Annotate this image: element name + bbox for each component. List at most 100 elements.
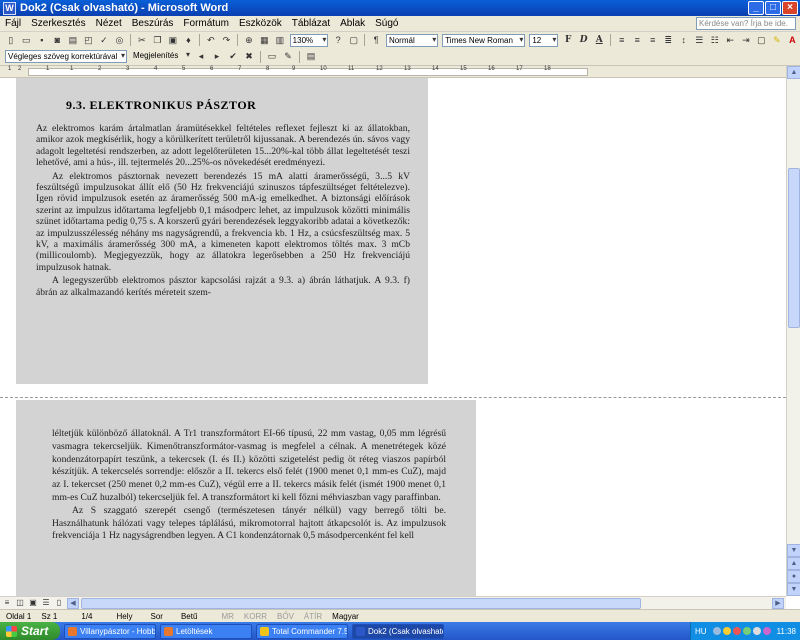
next-page-icon[interactable]: ▼ <box>787 583 800 596</box>
research-icon[interactable]: ◎ <box>113 34 127 47</box>
document-area[interactable]: 9.3. ELEKTRONIKUS PÁSZTOR Az elektromos … <box>0 78 786 596</box>
permission-icon[interactable]: ◙ <box>51 34 65 47</box>
line-spacing-icon[interactable]: ↕ <box>677 34 691 47</box>
browse-object-icon[interactable]: ● <box>787 570 800 583</box>
insert-table-icon[interactable]: ▥ <box>273 34 287 47</box>
messenger-icon[interactable] <box>762 627 771 635</box>
styles-pane-icon[interactable]: ¶ <box>369 34 383 47</box>
word-app-icon[interactable]: W <box>3 1 16 15</box>
menu-format[interactable]: Formátum <box>178 18 234 29</box>
cut-icon[interactable]: ✂ <box>135 34 149 47</box>
vertical-scrollbar[interactable]: ▲ ▼ ▲ ● ▼ <box>786 66 800 596</box>
bold-button[interactable]: F <box>561 34 575 47</box>
status-extend[interactable]: BŐV <box>277 612 294 621</box>
taskbar-item-total-commander[interactable]: Total Commander 7.5... <box>256 623 348 639</box>
update-icon[interactable] <box>742 627 751 635</box>
reading-view-icon[interactable]: ▯ <box>53 598 65 609</box>
new-document-icon[interactable]: ▯ <box>4 34 18 47</box>
copy-icon[interactable]: ❐ <box>151 34 165 47</box>
previous-change-icon[interactable]: ◂ <box>194 50 208 63</box>
spellcheck-icon[interactable]: ✓ <box>97 34 111 47</box>
save-icon[interactable]: ▪ <box>35 34 49 47</box>
paste-icon[interactable]: ▣ <box>166 34 180 47</box>
taskbar-item-browser[interactable]: Villanypásztor - Hobbi... <box>64 623 156 639</box>
print-view-icon[interactable]: ▣ <box>27 598 39 609</box>
reviewing-pane-icon[interactable]: ▤ <box>304 50 318 63</box>
print-preview-icon[interactable]: ◰ <box>82 34 96 47</box>
reject-change-icon[interactable]: ✖ <box>242 50 256 63</box>
minimize-button[interactable]: _ <box>748 1 764 15</box>
scroll-down-icon[interactable]: ▼ <box>787 544 800 557</box>
horizontal-scroll-thumb[interactable] <box>81 597 641 609</box>
show-markup-menu[interactable]: Megjelenítés <box>131 50 191 63</box>
toolbar-separator <box>260 50 261 63</box>
open-folder-icon[interactable]: ▭ <box>20 34 34 47</box>
increase-indent-icon[interactable]: ⇥ <box>739 34 753 47</box>
align-right-icon[interactable]: ≡ <box>646 34 660 47</box>
accept-change-icon[interactable]: ✔ <box>226 50 240 63</box>
numbering-icon[interactable]: ☰ <box>693 34 707 47</box>
antivirus-icon[interactable] <box>732 627 741 635</box>
help-search-input[interactable]: Kérdése van? Írja be ide. <box>696 17 796 30</box>
menu-file[interactable]: Fájl <box>0 18 26 29</box>
taskbar-item-downloads[interactable]: Letöltések <box>160 623 252 639</box>
network-icon[interactable] <box>712 627 721 635</box>
horizontal-scroll-track[interactable] <box>81 597 768 609</box>
underline-button[interactable]: A <box>592 34 606 47</box>
font-color-icon[interactable]: A <box>786 34 800 47</box>
outline-view-icon[interactable]: ☰ <box>40 598 52 609</box>
normal-view-icon[interactable]: ≡ <box>1 598 13 609</box>
horizontal-ruler[interactable]: 1 2 1 1 2 3 4 5 6 7 8 9 10 11 12 13 14 1… <box>0 66 786 78</box>
close-button[interactable]: × <box>782 1 798 15</box>
italic-button[interactable]: D <box>577 34 591 47</box>
taskbar-item-word[interactable]: Dok2 (Csak olvasható... <box>352 623 444 639</box>
menu-view[interactable]: Nézet <box>91 18 127 29</box>
font-select[interactable]: Times New Roman <box>442 33 526 47</box>
decrease-indent-icon[interactable]: ⇤ <box>724 34 738 47</box>
menu-window[interactable]: Ablak <box>335 18 370 29</box>
insert-comment-icon[interactable]: ▭ <box>265 50 279 63</box>
print-icon[interactable]: ▤ <box>66 34 80 47</box>
font-size-select[interactable]: 12 <box>529 33 559 47</box>
next-change-icon[interactable]: ▸ <box>210 50 224 63</box>
align-left-icon[interactable]: ≡ <box>615 34 629 47</box>
horizontal-scrollbar[interactable]: ≡ ◫ ▣ ☰ ▯ ◀ ▶ <box>0 596 786 609</box>
menu-insert[interactable]: Beszúrás <box>127 18 179 29</box>
menu-table[interactable]: Táblázat <box>287 18 335 29</box>
status-track-changes[interactable]: KORR <box>244 612 267 621</box>
start-button[interactable]: Start <box>0 622 60 640</box>
web-view-icon[interactable]: ◫ <box>14 598 26 609</box>
format-painter-icon[interactable]: ♦ <box>182 34 196 47</box>
hyperlink-icon[interactable]: ⊕ <box>242 34 256 47</box>
status-macro-record[interactable]: MR <box>221 612 233 621</box>
style-select[interactable]: Normál <box>385 33 439 47</box>
read-mode-icon[interactable]: ▢ <box>347 34 361 47</box>
bullets-icon[interactable]: ☷ <box>708 34 722 47</box>
scroll-right-icon[interactable]: ▶ <box>772 597 784 609</box>
borders-icon[interactable]: ▢ <box>755 34 769 47</box>
menu-help[interactable]: Súgó <box>370 18 403 29</box>
scroll-left-icon[interactable]: ◀ <box>67 597 79 609</box>
align-center-icon[interactable]: ≡ <box>630 34 644 47</box>
track-changes-icon[interactable]: ✎ <box>281 50 295 63</box>
status-language[interactable]: Magyar <box>332 612 359 621</box>
security-icon[interactable] <box>722 627 731 635</box>
justify-icon[interactable]: ≣ <box>662 34 676 47</box>
scroll-up-icon[interactable]: ▲ <box>787 66 800 79</box>
maximize-button[interactable]: □ <box>765 1 781 15</box>
markup-mode-select[interactable]: Végleges szöveg korrektúrával <box>5 50 127 63</box>
menu-tools[interactable]: Eszközök <box>234 18 287 29</box>
taskbar-item-label: Total Commander 7.5... <box>272 626 348 636</box>
menu-edit[interactable]: Szerkesztés <box>26 18 90 29</box>
language-indicator[interactable]: HU <box>695 627 707 636</box>
tables-borders-icon[interactable]: ▦ <box>258 34 272 47</box>
undo-icon[interactable]: ↶ <box>204 34 218 47</box>
zoom-select[interactable]: 130% <box>289 33 329 47</box>
vertical-scroll-thumb[interactable] <box>788 168 800 328</box>
volume-icon[interactable] <box>752 627 761 635</box>
previous-page-icon[interactable]: ▲ <box>787 557 800 570</box>
redo-icon[interactable]: ↷ <box>220 34 234 47</box>
status-overtype[interactable]: ÁTÍR <box>304 612 322 621</box>
help-icon[interactable]: ? <box>331 34 345 47</box>
highlight-icon[interactable]: ✎ <box>770 34 784 47</box>
